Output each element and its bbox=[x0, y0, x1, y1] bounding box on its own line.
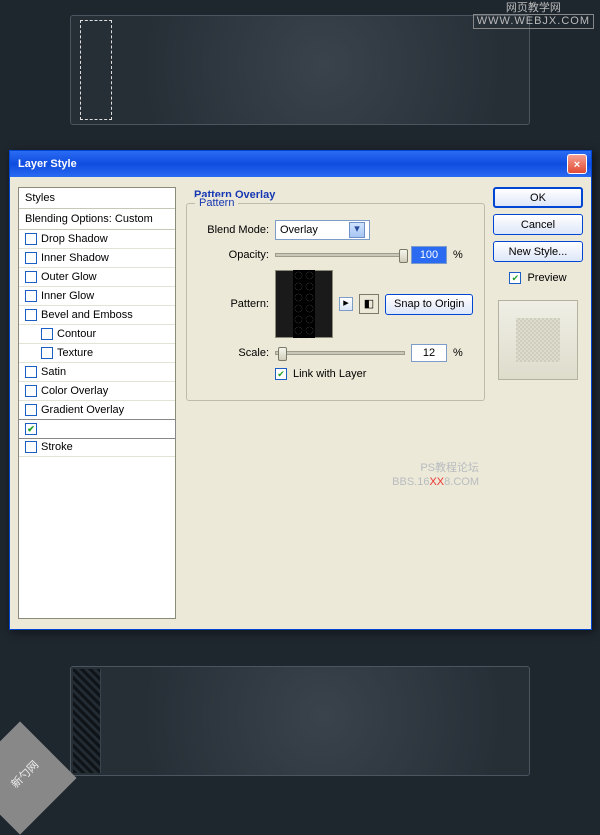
close-button[interactable]: × bbox=[567, 154, 587, 174]
scale-pct: % bbox=[453, 347, 463, 359]
label: Inner Shadow bbox=[41, 252, 109, 264]
blend-mode-value: Overlay bbox=[280, 224, 318, 236]
blending-options-header[interactable]: Blending Options: Custom bbox=[19, 209, 175, 230]
style-pattern-overlay[interactable]: ✔ Pattern Overlay bbox=[18, 419, 176, 439]
pattern-picker-arrow[interactable]: ▸ bbox=[339, 297, 353, 311]
opacity-input[interactable]: 100 bbox=[411, 246, 447, 264]
settings-panel: Pattern Overlay Pattern Blend Mode: Over… bbox=[184, 187, 485, 619]
blend-mode-select[interactable]: Overlay ▾ bbox=[275, 220, 370, 240]
new-style-button[interactable]: New Style... bbox=[493, 241, 583, 262]
checkbox[interactable] bbox=[25, 252, 37, 264]
wm-url: WWW.WEBJX.COM bbox=[473, 14, 594, 29]
style-bevel-emboss[interactable]: Bevel and Emboss bbox=[19, 306, 175, 325]
opacity-slider[interactable] bbox=[275, 253, 405, 257]
watermark-mid: PS教程论坛 BBS.16XX8.COM bbox=[392, 461, 479, 489]
label: Satin bbox=[41, 366, 66, 378]
style-contour[interactable]: Contour bbox=[19, 325, 175, 344]
link-checkbox[interactable]: ✔ bbox=[275, 368, 287, 380]
preview-checkbox[interactable]: ✔ bbox=[509, 272, 521, 284]
link-row: ✔ Link with Layer bbox=[197, 368, 474, 380]
styles-list: Styles Blending Options: Custom Drop Sha… bbox=[18, 187, 176, 619]
style-satin[interactable]: Satin bbox=[19, 363, 175, 382]
pattern-row: Pattern: ▸ ◧ Snap to Origin bbox=[197, 270, 474, 338]
dialog-body: Styles Blending Options: Custom Drop Sha… bbox=[10, 177, 591, 629]
label: Pattern Overlay bbox=[41, 423, 122, 435]
opacity-row: Opacity: 100 % bbox=[197, 246, 474, 264]
fieldset-legend: Pattern bbox=[195, 197, 238, 209]
label: Texture bbox=[57, 347, 93, 359]
checkbox[interactable] bbox=[25, 271, 37, 283]
dialog-title: Layer Style bbox=[14, 158, 567, 170]
pattern-label: Pattern: bbox=[197, 298, 269, 310]
pattern-stripe bbox=[73, 669, 101, 773]
style-color-overlay[interactable]: Color Overlay bbox=[19, 382, 175, 401]
checkbox[interactable] bbox=[25, 441, 37, 453]
style-stroke[interactable]: Stroke bbox=[19, 438, 175, 457]
pattern-preview bbox=[293, 270, 315, 338]
label: Outer Glow bbox=[41, 271, 97, 283]
scale-input[interactable]: 12 bbox=[411, 344, 447, 362]
checkbox[interactable] bbox=[25, 233, 37, 245]
checkbox[interactable] bbox=[25, 404, 37, 416]
opacity-pct: % bbox=[453, 249, 463, 261]
link-label: Link with Layer bbox=[293, 368, 366, 380]
wm-text: 网页教学网 bbox=[473, 3, 594, 14]
slider-thumb[interactable] bbox=[278, 347, 287, 361]
chevron-down-icon: ▾ bbox=[349, 222, 365, 238]
canvas-preview-top bbox=[70, 15, 530, 125]
watermark-top-right: 网页教学网 WWW.WEBJX.COM bbox=[473, 3, 594, 29]
checkbox[interactable] bbox=[41, 328, 53, 340]
action-column: OK Cancel New Style... ✔ Preview bbox=[493, 187, 583, 619]
canvas-preview-bottom bbox=[70, 666, 530, 776]
style-gradient-overlay[interactable]: Gradient Overlay bbox=[19, 401, 175, 420]
watermark-bottom-left: 新勺网 bbox=[0, 721, 77, 834]
close-icon: × bbox=[574, 159, 580, 171]
new-preset-button[interactable]: ◧ bbox=[359, 294, 379, 314]
ok-button[interactable]: OK bbox=[493, 187, 583, 208]
pattern-swatch[interactable] bbox=[275, 270, 333, 338]
label: Stroke bbox=[41, 441, 73, 453]
slider-thumb[interactable] bbox=[399, 249, 408, 263]
checkbox[interactable]: ✔ bbox=[25, 423, 37, 435]
preview-toggle[interactable]: ✔ Preview bbox=[493, 272, 583, 284]
opacity-label: Opacity: bbox=[197, 249, 269, 261]
checkbox[interactable] bbox=[25, 309, 37, 321]
checkbox[interactable] bbox=[41, 347, 53, 359]
style-inner-shadow[interactable]: Inner Shadow bbox=[19, 249, 175, 268]
scale-row: Scale: 12 % bbox=[197, 344, 474, 362]
layer-style-dialog: Layer Style × Styles Blending Options: C… bbox=[9, 150, 592, 630]
cancel-button[interactable]: Cancel bbox=[493, 214, 583, 235]
style-outer-glow[interactable]: Outer Glow bbox=[19, 268, 175, 287]
titlebar[interactable]: Layer Style × bbox=[10, 151, 591, 177]
label: Inner Glow bbox=[41, 290, 94, 302]
styles-header[interactable]: Styles bbox=[19, 188, 175, 209]
scale-label: Scale: bbox=[197, 347, 269, 359]
preview-label: Preview bbox=[527, 272, 566, 284]
label: Color Overlay bbox=[41, 385, 108, 397]
scale-slider[interactable] bbox=[275, 351, 405, 355]
label: Bevel and Emboss bbox=[41, 309, 133, 321]
blend-mode-label: Blend Mode: bbox=[197, 224, 269, 236]
selection-marquee bbox=[80, 20, 112, 120]
checkbox[interactable] bbox=[25, 290, 37, 302]
pattern-fieldset: Pattern Blend Mode: Overlay ▾ Opacity: 1… bbox=[186, 203, 485, 401]
blend-mode-row: Blend Mode: Overlay ▾ bbox=[197, 220, 474, 240]
checkbox[interactable] bbox=[25, 385, 37, 397]
checkbox[interactable] bbox=[25, 366, 37, 378]
label: Contour bbox=[57, 328, 96, 340]
preview-inner bbox=[516, 318, 560, 362]
style-texture[interactable]: Texture bbox=[19, 344, 175, 363]
snap-to-origin-button[interactable]: Snap to Origin bbox=[385, 294, 473, 315]
label: Gradient Overlay bbox=[41, 404, 124, 416]
label: Drop Shadow bbox=[41, 233, 108, 245]
style-inner-glow[interactable]: Inner Glow bbox=[19, 287, 175, 306]
preview-swatch bbox=[498, 300, 578, 380]
style-drop-shadow[interactable]: Drop Shadow bbox=[19, 230, 175, 249]
